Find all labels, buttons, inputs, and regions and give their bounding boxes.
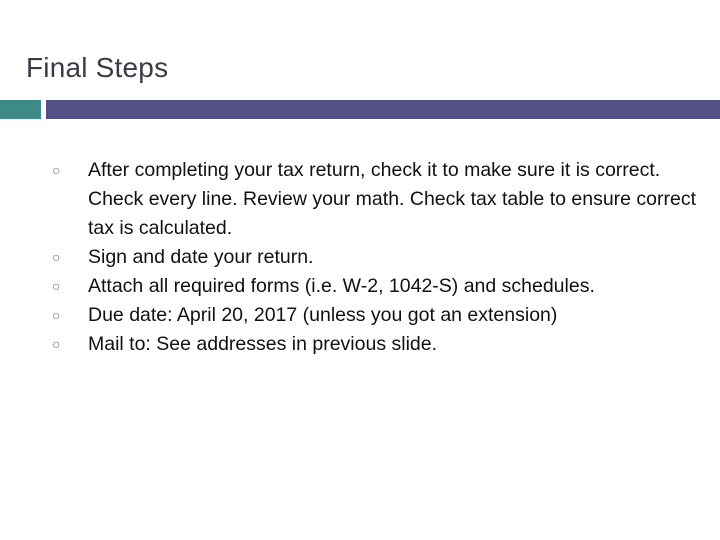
- bullet-text: Attach all required forms (i.e. W-2, 104…: [88, 275, 595, 297]
- bullet-list: ○ After completing your tax return, chec…: [50, 156, 710, 359]
- bullet-item: ○ Attach all required forms (i.e. W-2, 1…: [50, 272, 710, 301]
- bullet-text: Sign and date your return.: [88, 246, 314, 268]
- title-accent-bar-teal: [0, 100, 41, 119]
- hollow-circle-bullet-icon: ○: [52, 162, 61, 178]
- bullet-text: Due date: April 20, 2017 (unless you got…: [88, 304, 558, 326]
- bullet-text: Mail to: See addresses in previous slide…: [88, 333, 438, 355]
- bullet-item: ○ Sign and date your return.: [50, 243, 710, 272]
- title-accent-bar-purple: [46, 100, 720, 119]
- hollow-circle-bullet-icon: ○: [52, 307, 61, 323]
- hollow-circle-bullet-icon: ○: [52, 249, 61, 265]
- bullet-item: ○ Mail to: See addresses in previous sli…: [50, 330, 710, 359]
- bullet-text: After completing your tax return, check …: [88, 159, 697, 239]
- bullet-item: ○ Due date: April 20, 2017 (unless you g…: [50, 301, 710, 330]
- hollow-circle-bullet-icon: ○: [52, 336, 61, 352]
- bullet-item: ○ After completing your tax return, chec…: [50, 156, 710, 243]
- slide-title: Final Steps: [26, 52, 169, 83]
- hollow-circle-bullet-icon: ○: [52, 278, 61, 294]
